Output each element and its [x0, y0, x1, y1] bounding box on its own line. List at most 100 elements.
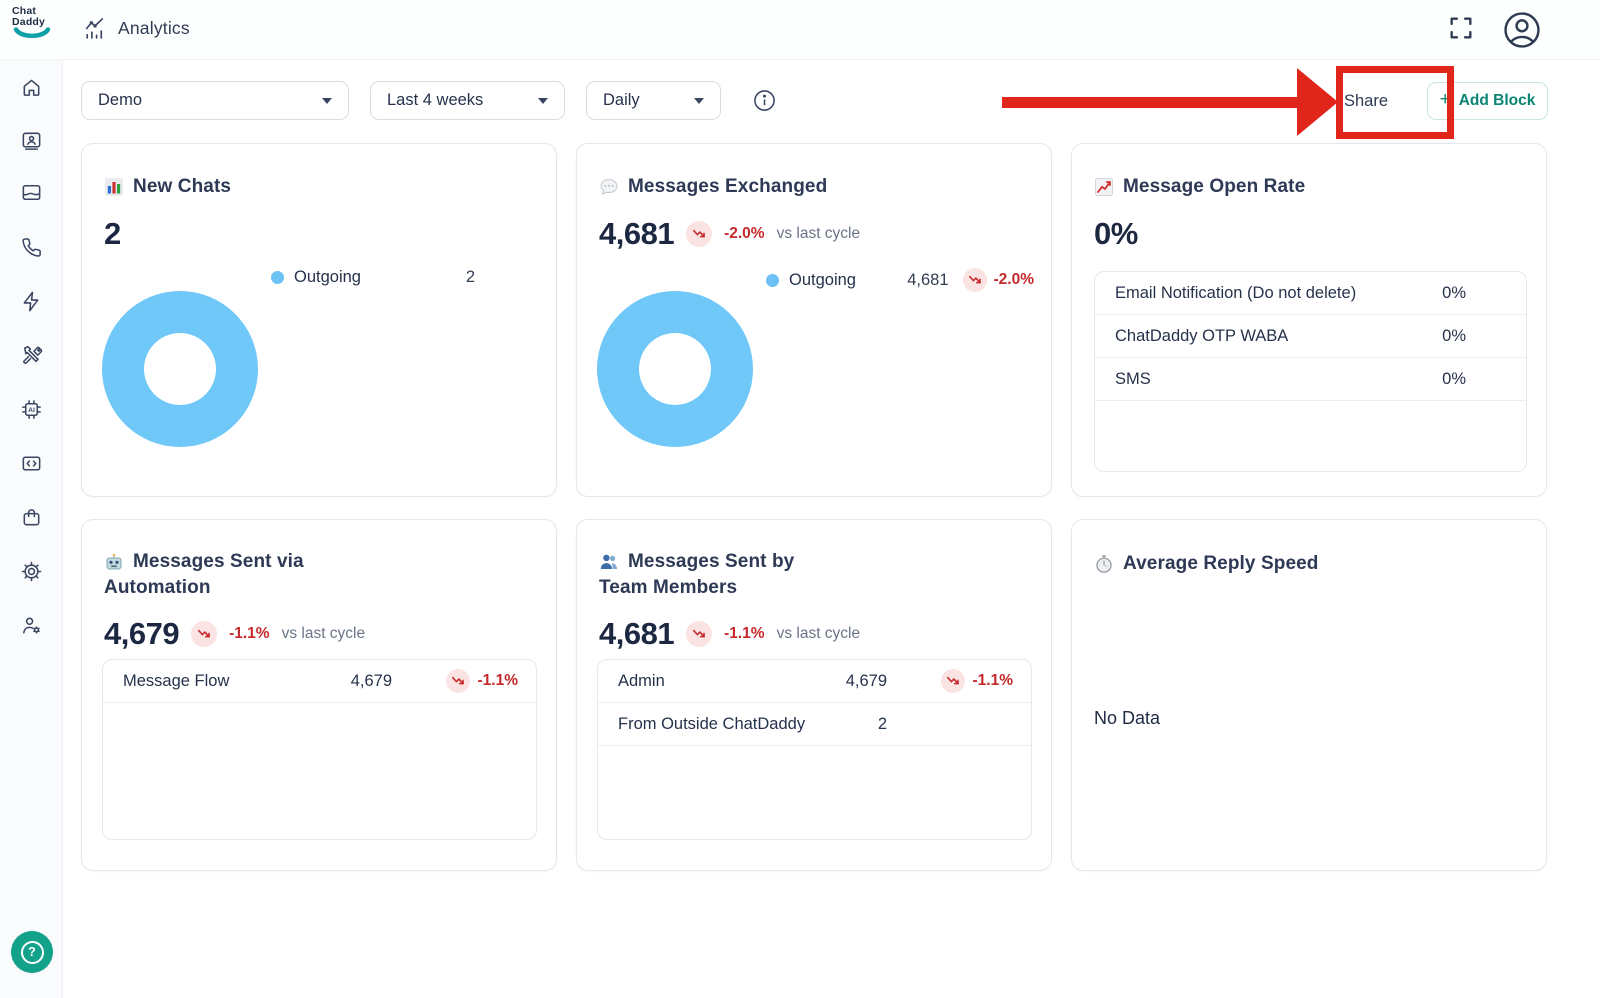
- fullscreen-icon: [1447, 14, 1475, 42]
- table-row[interactable]: Email Notification (Do not delete) 0%: [1095, 272, 1526, 315]
- granularity-select-value: Daily: [603, 91, 640, 110]
- delta-percent: -2.0%: [724, 225, 765, 243]
- delta-note: vs last cycle: [777, 625, 861, 643]
- home-icon: [20, 76, 43, 99]
- table-row[interactable]: SMS 0%: [1095, 358, 1526, 401]
- card-messages-automation: Messages Sent via Automation 4,679 -1.1%…: [81, 519, 557, 871]
- card-title: Messages Sent by Team Members: [599, 549, 794, 600]
- delta-note: vs last cycle: [777, 225, 861, 243]
- chevron-down-icon: [694, 98, 704, 104]
- card-title: Messages Exchanged: [599, 174, 827, 199]
- phone-icon: [20, 236, 43, 259]
- top-bar: Chat Daddy Analytics: [0, 0, 1600, 60]
- logo-text-bottom: Daddy: [12, 17, 56, 28]
- analytics-icon: [82, 16, 107, 41]
- sidebar-item-home[interactable]: [11, 67, 51, 107]
- metric-value: 4,681 -1.1% vs last cycle: [599, 616, 860, 652]
- busts-in-silhouette-emoji: [599, 552, 619, 572]
- metric-value: 4,681 -2.0% vs last cycle: [599, 216, 860, 252]
- table-row[interactable]: ChatDaddy OTP WABA 0%: [1095, 315, 1526, 358]
- annotation-arrow-shaft: [1002, 97, 1298, 108]
- trend-down-icon: [446, 669, 470, 693]
- metric-value: 0%: [1094, 216, 1138, 252]
- page-heading: Analytics: [82, 16, 190, 41]
- team-table: Admin 4,679 -1.1% From Outside ChatDaddy…: [597, 659, 1032, 840]
- chatdaddy-logo[interactable]: Chat Daddy: [12, 6, 56, 45]
- date-range-select[interactable]: Last 4 weeks: [370, 81, 565, 120]
- add-block-label: Add Block: [1459, 92, 1536, 110]
- sidebar-item-tools[interactable]: [11, 335, 51, 375]
- chart-increasing-emoji: [1094, 177, 1114, 197]
- legend-value: 2: [466, 268, 475, 287]
- row-delta: -1.1%: [478, 672, 519, 690]
- fullscreen-button[interactable]: [1447, 14, 1475, 45]
- granularity-select[interactable]: Daily: [586, 81, 721, 120]
- donut-legend[interactable]: Outgoing 2: [271, 268, 475, 287]
- sidebar-item-calls[interactable]: [11, 227, 51, 267]
- row-delta: -1.1%: [973, 672, 1014, 690]
- card-messages-team: Messages Sent by Team Members 4,681 -1.1…: [576, 519, 1052, 871]
- legend-label: Outgoing: [294, 268, 361, 287]
- robot-emoji: [104, 552, 124, 572]
- legend-delta: -2.0%: [994, 271, 1035, 289]
- trend-down-icon: [191, 621, 217, 647]
- add-block-button[interactable]: + Add Block: [1427, 82, 1548, 120]
- page-title: Analytics: [118, 18, 190, 39]
- logo-text-top: Chat: [12, 6, 56, 17]
- speech-balloon-emoji: [599, 177, 619, 197]
- user-avatar[interactable]: [1501, 9, 1543, 54]
- question-mark-icon: ?: [21, 941, 44, 964]
- trend-down-icon: [963, 268, 987, 292]
- card-title: Average Reply Speed: [1094, 551, 1319, 576]
- shopping-bag-icon: [20, 506, 43, 529]
- open-rate-table: Email Notification (Do not delete) 0% Ch…: [1094, 271, 1527, 472]
- sidebar-item-store[interactable]: [11, 497, 51, 537]
- lightning-icon: [20, 290, 43, 313]
- logo-smile-icon: [12, 27, 52, 40]
- table-row[interactable]: From Outside ChatDaddy 2: [598, 703, 1031, 746]
- help-button[interactable]: ?: [11, 931, 53, 973]
- chevron-down-icon: [322, 98, 332, 104]
- share-button[interactable]: Share: [1330, 85, 1402, 118]
- table-row[interactable]: Admin 4,679 -1.1%: [598, 660, 1031, 703]
- sidebar-item-automations[interactable]: [11, 281, 51, 321]
- sidebar-item-ai[interactable]: AI: [11, 389, 51, 429]
- legend-dot: [766, 274, 779, 287]
- sidebar-item-developer[interactable]: [11, 443, 51, 483]
- card-title: New Chats: [104, 174, 231, 199]
- gear-icon: [20, 560, 43, 583]
- stopwatch-emoji: [1094, 554, 1114, 574]
- sidebar-item-settings[interactable]: [11, 551, 51, 591]
- chevron-down-icon: [538, 98, 548, 104]
- delta-note: vs last cycle: [282, 625, 366, 643]
- legend-label: Outgoing: [789, 271, 856, 290]
- delta-percent: -1.1%: [724, 625, 765, 643]
- workspace-select-value: Demo: [98, 91, 142, 110]
- plus-icon: +: [1440, 89, 1451, 111]
- trend-down-icon: [686, 221, 712, 247]
- no-data-text: No Data: [1094, 708, 1160, 729]
- tools-icon: [20, 344, 43, 367]
- svg-text:AI: AI: [28, 406, 35, 413]
- sidebar-item-inbox[interactable]: [11, 172, 51, 212]
- user-settings-icon: [20, 614, 43, 637]
- sidebar: AI: [0, 60, 63, 998]
- donut-chart: [102, 291, 258, 447]
- info-button[interactable]: [752, 88, 777, 113]
- bar-chart-emoji: [104, 177, 124, 197]
- table-row[interactable]: Message Flow 4,679 -1.1%: [103, 660, 536, 703]
- sidebar-item-contacts[interactable]: [11, 120, 51, 160]
- automation-table: Message Flow 4,679 -1.1%: [102, 659, 537, 840]
- donut-legend[interactable]: Outgoing 4,681 -2.0%: [766, 268, 1034, 292]
- legend-value: 4,681: [907, 271, 948, 290]
- card-title: Messages Sent via Automation: [104, 549, 304, 600]
- card-new-chats: New Chats 2 Outgoing 2: [81, 143, 557, 497]
- ai-chip-icon: AI: [20, 398, 43, 421]
- inbox-icon: [20, 181, 43, 204]
- workspace-select[interactable]: Demo: [81, 81, 349, 120]
- contact-card-icon: [20, 129, 43, 152]
- sidebar-item-team[interactable]: [11, 605, 51, 645]
- card-message-open-rate: Message Open Rate 0% Email Notification …: [1071, 143, 1547, 497]
- metric-value: 2: [104, 216, 121, 252]
- code-icon: [20, 452, 43, 475]
